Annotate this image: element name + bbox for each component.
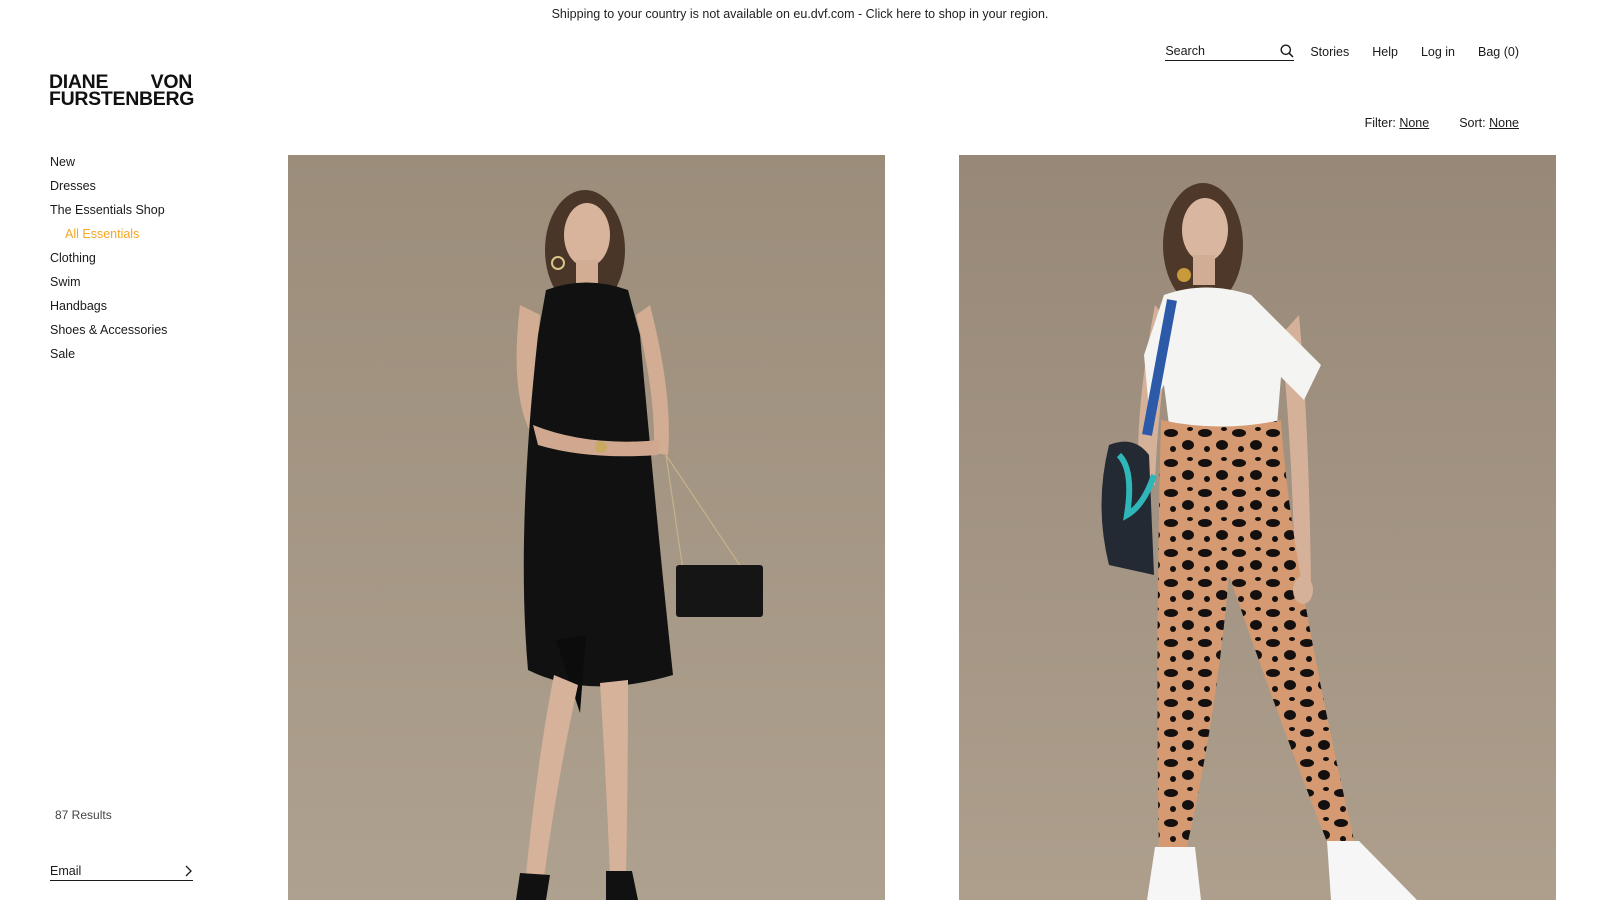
nav-item-handbags[interactable]: Handbags xyxy=(50,299,167,323)
page: Shipping to your country is not availabl… xyxy=(0,0,1600,900)
category-nav: New Dresses The Essentials Shop All Esse… xyxy=(50,155,167,371)
logo-word-furstenberg: FURSTENBERG xyxy=(49,88,195,110)
nav-item-sale[interactable]: Sale xyxy=(50,347,167,371)
sort-control[interactable]: Sort: None xyxy=(1459,116,1519,130)
product-image-leopard-pants[interactable] xyxy=(959,155,1556,900)
nav-item-essentials-shop[interactable]: The Essentials Shop xyxy=(50,203,167,227)
nav-item-swim[interactable]: Swim xyxy=(50,275,167,299)
product-image-black-dress[interactable] xyxy=(288,155,885,900)
sort-value[interactable]: None xyxy=(1489,116,1519,130)
nav-item-all-essentials[interactable]: All Essentials xyxy=(50,227,167,251)
nav-item-shoes-accessories[interactable]: Shoes & Accessories xyxy=(50,323,167,347)
nav-item-new[interactable]: New xyxy=(50,155,167,179)
filter-value[interactable]: None xyxy=(1399,116,1429,130)
email-signup[interactable] xyxy=(50,864,193,881)
login-link[interactable]: Log in xyxy=(1421,45,1455,59)
search-input[interactable] xyxy=(1165,43,1266,58)
chevron-right-icon[interactable] xyxy=(183,865,193,877)
results-count: 87 Results xyxy=(55,808,112,822)
filter-control[interactable]: Filter: None xyxy=(1365,116,1430,130)
email-input[interactable] xyxy=(50,864,165,878)
help-link[interactable]: Help xyxy=(1372,45,1398,59)
brand-logo[interactable]: DIANE VON FURSTENBERG xyxy=(49,72,195,110)
shipping-banner[interactable]: Shipping to your country is not availabl… xyxy=(0,7,1600,21)
filter-label: Filter: xyxy=(1364,116,1396,130)
nav-item-clothing[interactable]: Clothing xyxy=(50,251,167,275)
nav-item-dresses[interactable]: Dresses xyxy=(50,179,167,203)
search-box[interactable] xyxy=(1165,43,1295,61)
search-icon[interactable] xyxy=(1280,44,1294,58)
filter-sort-bar: Filter: None Sort: None xyxy=(1365,116,1519,130)
sort-label: Sort: xyxy=(1459,116,1486,130)
bag-link[interactable]: Bag (0) xyxy=(1478,45,1519,59)
utility-nav: Stories Help Log in Bag (0) xyxy=(1165,42,1519,62)
stories-link[interactable]: Stories xyxy=(1310,45,1349,59)
